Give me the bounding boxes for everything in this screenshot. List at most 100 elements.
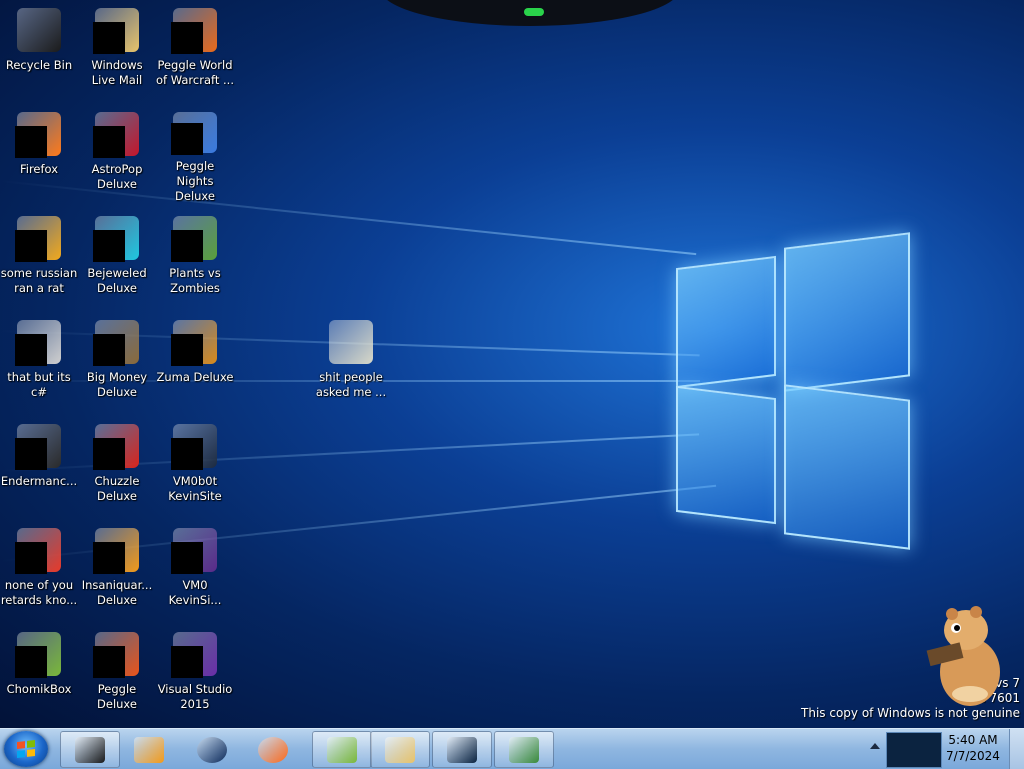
desktop-icon-zuma-deluxe[interactable]: Zuma Deluxe <box>156 312 234 412</box>
desktop-icon-vm0-kevinsite[interactable]: VM0 KevinSi... <box>156 520 234 620</box>
taskbar-app-1-button[interactable] <box>60 731 120 768</box>
desktop-icon-label: Visual Studio 2015 <box>157 682 233 711</box>
some-russian-ran-a-rat-icon <box>15 214 63 262</box>
taskbar-globe-icon <box>197 736 227 763</box>
redaction-box <box>171 646 203 678</box>
desktop-icon-label: Firefox <box>19 162 59 176</box>
taskbar-chomikbox-icon <box>327 736 357 763</box>
folder-shit-people-art <box>329 320 373 364</box>
taskbar-notepad-button[interactable] <box>494 731 554 768</box>
desktop-icon-plants-vs-zombies[interactable]: Plants vs Zombies <box>156 208 234 308</box>
desktop-icon-peggle-world-of-warcraft[interactable]: Peggle World of Warcraft ... <box>156 0 234 100</box>
desktop-icon-astropop-deluxe[interactable]: AstroPop Deluxe <box>78 104 156 204</box>
hamster-icon[interactable] <box>926 600 1006 710</box>
desktop-icon-label: Peggle Deluxe <box>97 682 137 711</box>
peggle-nights-deluxe-icon <box>171 110 219 155</box>
recycle-bin-icon <box>15 6 63 54</box>
endermanch-icon <box>15 422 63 470</box>
windows-logo-icon <box>17 740 35 758</box>
recycle-bin-art <box>17 8 61 52</box>
desktop-icon-label: that but its c# <box>7 370 71 399</box>
desktop-icon-endermanch[interactable]: Endermanc... <box>0 416 78 516</box>
taskbar-vm-icon <box>447 736 477 763</box>
show-desktop-button[interactable] <box>1009 729 1024 769</box>
redaction-box <box>15 126 47 158</box>
taskbar-mail-icon <box>385 736 415 763</box>
desktop-icon-label: Windows Live Mail <box>91 58 143 87</box>
show-hidden-icons-icon[interactable] <box>870 743 880 749</box>
taskbar-firefox-button[interactable] <box>243 731 303 768</box>
redaction-box <box>15 542 47 574</box>
astropop-deluxe-icon <box>93 110 141 158</box>
desktop-icon-chuzzle-deluxe[interactable]: Chuzzle Deluxe <box>78 416 156 516</box>
redaction-box <box>171 22 203 54</box>
desktop-icon-chomikbox[interactable]: ChomikBox <box>0 624 78 724</box>
desktop-icon-label: shit people asked me ... <box>315 370 387 399</box>
bejeweled-deluxe-icon <box>93 214 141 262</box>
redaction-box <box>93 22 125 54</box>
tray-app-thumbnail[interactable] <box>886 732 942 768</box>
taskbar-notepad-icon <box>509 736 539 763</box>
desktop-icon-peggle-deluxe[interactable]: Peggle Deluxe <box>78 624 156 724</box>
peggle-world-of-warcraft-icon <box>171 6 219 54</box>
redaction-box <box>171 334 203 366</box>
redaction-box <box>93 230 125 262</box>
desktop-icon-firefox[interactable]: Firefox <box>0 104 78 204</box>
redaction-box <box>93 646 125 678</box>
taskbar-globe-button[interactable] <box>182 731 242 768</box>
clock[interactable]: 5:40 AM 7/7/2024 <box>940 732 1006 764</box>
status-light-icon <box>524 8 544 16</box>
desktop-icon-label: Endermanc... <box>0 474 78 488</box>
none-of-you-icon <box>15 526 63 574</box>
redaction-box <box>171 438 203 470</box>
start-button[interactable] <box>4 731 48 767</box>
redaction-box <box>15 438 47 470</box>
desktop-icon-some-russian-ran-a-rat[interactable]: some russian ran a rat <box>0 208 78 308</box>
top-bar-gadget <box>380 0 680 26</box>
desktop-icon-recycle-bin[interactable]: Recycle Bin <box>0 0 78 100</box>
taskbar-vm-button[interactable] <box>432 731 492 768</box>
visual-studio-2015-icon <box>171 630 219 678</box>
desktop-icon-none-of-you[interactable]: none of you retards kno... <box>0 520 78 620</box>
plants-vs-zombies-icon <box>171 214 219 262</box>
redaction-box <box>171 123 203 155</box>
redaction-box <box>171 230 203 262</box>
desktop-icon-folder-shit-people[interactable]: shit people asked me ... <box>312 312 390 412</box>
desktop-icon-that-but-its-csharp[interactable]: that but its c# <box>0 312 78 412</box>
redaction-box <box>93 126 125 158</box>
redaction-box <box>93 334 125 366</box>
firefox-icon <box>15 110 63 158</box>
desktop-icon-insaniquarium-deluxe[interactable]: Insaniquar... Deluxe <box>78 520 156 620</box>
insaniquarium-deluxe-icon <box>93 526 141 574</box>
taskbar-chomikbox-button[interactable] <box>312 731 372 768</box>
desktop-icon-vm0b0t-kevinsite[interactable]: VM0b0t KevinSite <box>156 416 234 516</box>
taskbar-firefox-icon <box>258 736 288 763</box>
desktop-icon-label: Bejeweled Deluxe <box>87 266 147 295</box>
desktop-icon-label: AstroPop Deluxe <box>91 162 143 191</box>
desktop-icon-label: VM0 KevinSi... <box>168 578 222 607</box>
taskbar-media-player-icon <box>134 736 164 763</box>
redaction-box <box>93 438 125 470</box>
desktop-icon-peggle-nights-deluxe[interactable]: Peggle Nights Deluxe <box>156 104 234 204</box>
desktop-icon-label: Chuzzle Deluxe <box>94 474 140 503</box>
desktop-icon-visual-studio-2015[interactable]: Visual Studio 2015 <box>156 624 234 724</box>
desktop-icon-big-money-deluxe[interactable]: Big Money Deluxe <box>78 312 156 412</box>
that-but-its-csharp-icon <box>15 318 63 366</box>
desktop-icon-label: Peggle World of Warcraft ... <box>156 58 234 87</box>
big-money-deluxe-icon <box>93 318 141 366</box>
desktop-icon-bejeweled-deluxe[interactable]: Bejeweled Deluxe <box>78 208 156 308</box>
windows-live-mail-icon <box>93 6 141 54</box>
system-tray: 5:40 AM 7/7/2024 <box>864 729 1024 769</box>
desktop[interactable]: Recycle Bin Windows Live Mail Peggle World… <box>0 0 1024 728</box>
desktop-icon-label: ChomikBox <box>6 682 72 696</box>
vm0b0t-kevinsite-icon <box>171 422 219 470</box>
desktop-icon-label: Plants vs Zombies <box>169 266 221 295</box>
clock-time: 5:40 AM <box>948 733 998 747</box>
taskbar: 5:40 AM 7/7/2024 <box>0 728 1024 769</box>
taskbar-mail-button[interactable] <box>370 731 430 768</box>
desktop-icon-windows-live-mail[interactable]: Windows Live Mail <box>78 0 156 100</box>
desktop-icon-label: some russian ran a rat <box>0 266 78 295</box>
taskbar-media-player-button[interactable] <box>119 731 179 768</box>
chuzzle-deluxe-icon <box>93 422 141 470</box>
redaction-box <box>15 230 47 262</box>
